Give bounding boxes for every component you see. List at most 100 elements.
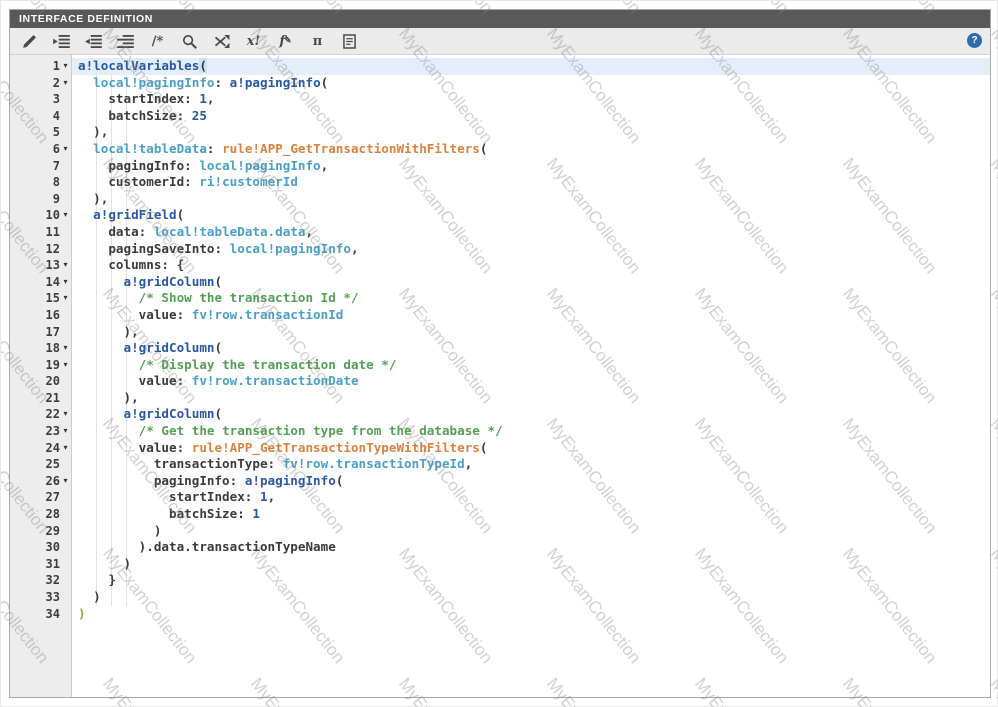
code-text[interactable]: pagingInfo: a!pagingInfo(	[72, 473, 990, 490]
token-pl: )	[78, 589, 101, 604]
code-line-14: 14▾ a!gridColumn(	[10, 274, 990, 291]
fold-toggle-icon[interactable]: ▾	[60, 473, 71, 490]
fold-toggle-icon[interactable]: ▾	[60, 340, 71, 357]
swap-expression-icon[interactable]	[212, 33, 231, 50]
code-line-33: 33 )	[10, 589, 990, 606]
code-text[interactable]: startIndex: 1,	[72, 489, 990, 506]
code-text[interactable]: ),	[72, 124, 990, 141]
token-pl: columns: {	[78, 257, 184, 272]
token-var: local!pagingInfo	[93, 75, 214, 90]
code-text[interactable]: ),	[72, 390, 990, 407]
code-line-29: 29 )	[10, 523, 990, 540]
help-icon[interactable]: ?	[967, 33, 982, 48]
fold-toggle-icon[interactable]: ▾	[60, 75, 71, 92]
code-text[interactable]: )	[72, 589, 990, 606]
format-code-icon[interactable]	[116, 33, 135, 50]
indent-icon[interactable]	[52, 33, 71, 50]
code-text[interactable]: transactionType: fv!row.transactionTypeI…	[72, 456, 990, 473]
fold-toggle-icon[interactable]: ▾	[60, 141, 71, 158]
screenshot-root: INTERFACE DEFINITION /*x!f✎π? 1▾a!localV…	[0, 0, 998, 707]
line-number: 18	[46, 340, 60, 357]
code-line-2: 2▾ local!pagingInfo: a!pagingInfo(	[10, 75, 990, 92]
code-text[interactable]: batchSize: 25	[72, 108, 990, 125]
token-num: 1	[260, 489, 268, 504]
code-text[interactable]: value: fv!row.transactionId	[72, 307, 990, 324]
code-text[interactable]: value: rule!APP_GetTransactionTypeWithFi…	[72, 440, 990, 457]
token-pl	[78, 406, 124, 421]
line-number: 19	[46, 357, 60, 374]
code-text[interactable]: )	[72, 556, 990, 573]
fold-toggle-icon[interactable]: ▾	[60, 357, 71, 374]
code-text[interactable]: /* Show the transaction Id */	[72, 290, 990, 307]
code-text[interactable]: /* Display the transaction date */	[72, 357, 990, 374]
token-fn: a!gridColumn	[124, 406, 215, 421]
code-text[interactable]: pagingSaveInto: local!pagingInfo,	[72, 241, 990, 258]
code-text[interactable]: columns: {	[72, 257, 990, 274]
line-number: 32	[46, 572, 60, 589]
fold-toggle-icon[interactable]: ▾	[60, 207, 71, 224]
code-text[interactable]: )	[72, 606, 990, 623]
gutter-cell: 25	[10, 456, 72, 473]
line-number: 31	[46, 556, 60, 573]
code-text[interactable]: /* Get the transaction type from the dat…	[72, 423, 990, 440]
code-line-13: 13▾ columns: {	[10, 257, 990, 274]
expression-editor-panel: INTERFACE DEFINITION /*x!f✎π? 1▾a!localV…	[9, 9, 991, 698]
line-number: 33	[46, 589, 60, 606]
code-line-7: 7 pagingInfo: local!pagingInfo,	[10, 158, 990, 175]
code-text[interactable]: a!gridColumn(	[72, 274, 990, 291]
code-line-4: 4 batchSize: 25	[10, 108, 990, 125]
code-text[interactable]: pagingInfo: local!pagingInfo,	[72, 158, 990, 175]
gutter-cell: 28	[10, 506, 72, 523]
token-pl: startIndex:	[78, 489, 260, 504]
token-pl: ,	[207, 91, 215, 106]
code-text[interactable]: local!pagingInfo: a!pagingInfo(	[72, 75, 990, 92]
line-number: 22	[46, 406, 60, 423]
code-text[interactable]: ).data.transactionTypeName	[72, 539, 990, 556]
outdent-icon[interactable]	[84, 33, 103, 50]
line-number: 10	[46, 207, 60, 224]
fold-toggle-icon[interactable]: ▾	[60, 290, 71, 307]
token-rul: rule!APP_GetTransactionWithFilters	[222, 141, 480, 156]
test-rule-icon[interactable]	[340, 33, 359, 50]
code-text[interactable]: ),	[72, 191, 990, 208]
fold-toggle-icon[interactable]: ▾	[60, 406, 71, 423]
code-line-21: 21 ),	[10, 390, 990, 407]
fold-toggle-icon[interactable]: ▾	[60, 274, 71, 291]
code-text[interactable]: a!gridColumn(	[72, 406, 990, 423]
panel-title-bar: INTERFACE DEFINITION	[10, 10, 990, 28]
line-number: 7	[53, 158, 60, 175]
code-text[interactable]: batchSize: 1	[72, 506, 990, 523]
search-icon[interactable]	[180, 33, 199, 50]
token-pl	[78, 207, 93, 222]
fold-toggle-icon[interactable]: ▾	[60, 423, 71, 440]
expression-error-glyph: x!	[247, 34, 260, 49]
code-text[interactable]: )	[72, 523, 990, 540]
code-text[interactable]: customerId: ri!customerId	[72, 174, 990, 191]
gutter-cell: 20	[10, 373, 72, 390]
function-edit-icon[interactable]: f✎	[276, 33, 295, 50]
code-editor[interactable]: 1▾a!localVariables(2▾ local!pagingInfo: …	[10, 55, 990, 697]
fold-toggle-icon[interactable]: ▾	[60, 440, 71, 457]
comment-toggle-icon[interactable]: /*	[148, 33, 167, 50]
code-text[interactable]: a!gridField(	[72, 207, 990, 224]
code-text[interactable]: a!localVariables(	[72, 58, 990, 75]
code-text[interactable]: ),	[72, 324, 990, 341]
fold-toggle-icon[interactable]: ▾	[60, 257, 71, 274]
token-pl: )	[78, 523, 161, 538]
code-text[interactable]: local!tableData: rule!APP_GetTransaction…	[72, 141, 990, 158]
token-pl: value:	[78, 440, 192, 455]
pi-function-icon[interactable]: π	[308, 33, 327, 50]
code-text[interactable]: startIndex: 1,	[72, 91, 990, 108]
code-text[interactable]: }	[72, 572, 990, 589]
token-pl: (	[480, 141, 488, 156]
code-text[interactable]: value: fv!row.transactionDate	[72, 373, 990, 390]
gutter-cell: 7	[10, 158, 72, 175]
code-text[interactable]: data: local!tableData.data,	[72, 224, 990, 241]
code-text[interactable]: a!gridColumn(	[72, 340, 990, 357]
line-number: 11	[46, 224, 60, 241]
token-pl: :	[215, 75, 230, 90]
fold-toggle-icon[interactable]: ▾	[60, 58, 71, 75]
expression-error-icon[interactable]: x!	[244, 33, 263, 50]
code-line-1: 1▾a!localVariables(	[10, 58, 990, 75]
edit-pencil-icon[interactable]	[20, 33, 39, 50]
